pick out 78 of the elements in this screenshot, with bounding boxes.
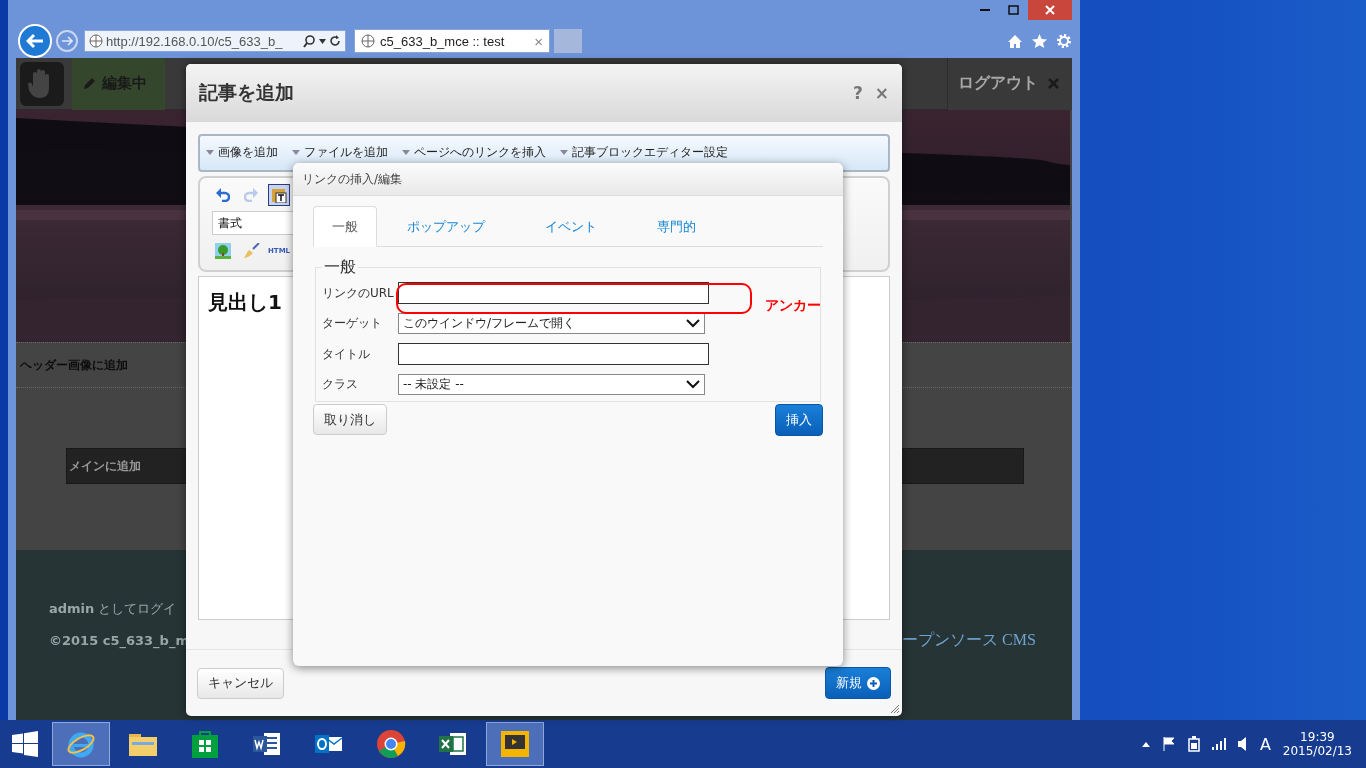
copyright-text: ©2015 c5_633_b_m: [49, 633, 190, 648]
battery-icon[interactable]: [1187, 736, 1200, 752]
annotation-label: アンカー: [765, 297, 821, 315]
word-icon: [252, 730, 282, 758]
cancel-button[interactable]: 取り消し: [313, 404, 387, 435]
settings-icon[interactable]: [1056, 33, 1072, 49]
tab[interactable]: イベント: [515, 206, 627, 247]
browser-tab[interactable]: c5_633_b_mce :: test ×: [354, 29, 550, 53]
submit-button[interactable]: 新規: [825, 667, 891, 699]
fieldset-legend: 一般: [322, 257, 358, 278]
clock[interactable]: 19:39 2015/02/13: [1282, 730, 1352, 758]
arrow-left-icon: [26, 33, 44, 49]
maximize-icon: [1007, 5, 1019, 15]
logo: [20, 61, 64, 106]
address-text: http://192.168.0.10/c5_633_b_: [106, 33, 284, 49]
home-icon[interactable]: [1007, 33, 1023, 49]
brush-icon: [242, 243, 260, 259]
select-field[interactable]: このウインドウ/フレームで開く: [398, 313, 705, 334]
clipboard-icon: [271, 187, 287, 203]
field-label: クラス: [322, 376, 359, 393]
redo-icon: [244, 188, 258, 202]
chrome-icon: [376, 729, 406, 759]
paste-text-button[interactable]: [268, 184, 290, 206]
back-button[interactable]: [18, 24, 52, 58]
logout-button[interactable]: ログアウト: [947, 57, 1072, 110]
dialog-title: 記事を追加: [199, 80, 295, 105]
close-icon: [1048, 78, 1059, 89]
menu-item[interactable]: ページへのリンクを挿入: [402, 144, 546, 161]
close-button[interactable]: ×: [874, 83, 889, 103]
close-icon: [1045, 5, 1055, 15]
input-mode-indicator[interactable]: A: [1259, 734, 1271, 754]
flag-icon[interactable]: [1161, 737, 1176, 751]
windows-icon: [12, 731, 38, 757]
resize-handle[interactable]: [890, 704, 900, 714]
insert-button[interactable]: 挿入: [775, 404, 823, 436]
tree-image-icon: [215, 243, 231, 259]
caret-icon: [319, 38, 326, 44]
menu-item[interactable]: 画像を追加: [206, 144, 278, 161]
input-field[interactable]: [398, 343, 709, 365]
dialog-title: リンクの挿入/編集: [302, 170, 403, 188]
speaker-icon[interactable]: [1237, 737, 1248, 751]
globe-icon: [89, 34, 103, 48]
refresh-icon: [329, 35, 341, 47]
insert-image-button[interactable]: [212, 240, 234, 262]
tab-close-button[interactable]: ×: [534, 32, 543, 50]
undo-icon: [216, 188, 230, 202]
chevron-down-icon: [686, 319, 700, 328]
login-text: admin としてログイ: [49, 600, 178, 618]
cancel-button[interactable]: キャンセル: [197, 667, 284, 699]
minimize-icon: [980, 9, 990, 11]
shopping-bag-icon: [191, 729, 219, 759]
taskbar-app-button[interactable]: [486, 722, 544, 766]
plus-circle-icon: [867, 676, 880, 690]
menu-item[interactable]: 記事ブロックエディター設定: [560, 144, 728, 161]
menu-item[interactable]: ファイルを追加: [292, 144, 388, 161]
tab[interactable]: 専門的: [627, 206, 726, 247]
field-label: リンクのURL: [322, 284, 395, 302]
caret-icon[interactable]: [1141, 741, 1150, 747]
input-field[interactable]: [398, 282, 709, 304]
chevron-down-icon: [686, 380, 700, 389]
address-bar[interactable]: http://192.168.0.10/c5_633_b_: [84, 30, 346, 52]
video-player-icon: [500, 730, 530, 758]
close-button[interactable]: [1028, 0, 1072, 20]
tab[interactable]: ポップアップ: [377, 206, 515, 247]
folder-icon: [128, 731, 158, 757]
field-label: タイトル: [322, 345, 371, 363]
excel-icon: [438, 730, 468, 758]
signal-icon[interactable]: [1211, 738, 1226, 750]
star-icon[interactable]: [1031, 33, 1048, 49]
select-field[interactable]: -- 未設定 --: [398, 374, 705, 395]
field-label: ターゲット: [322, 315, 383, 332]
help-button[interactable]: ?: [852, 83, 863, 103]
globe-icon: [361, 34, 375, 48]
tab[interactable]: 一般: [313, 206, 377, 247]
search-icon: [303, 34, 316, 48]
arrow-right-icon: [61, 36, 73, 46]
footer-link[interactable]: ープンソース CMS: [902, 630, 1072, 651]
pencil-icon: [82, 76, 96, 91]
